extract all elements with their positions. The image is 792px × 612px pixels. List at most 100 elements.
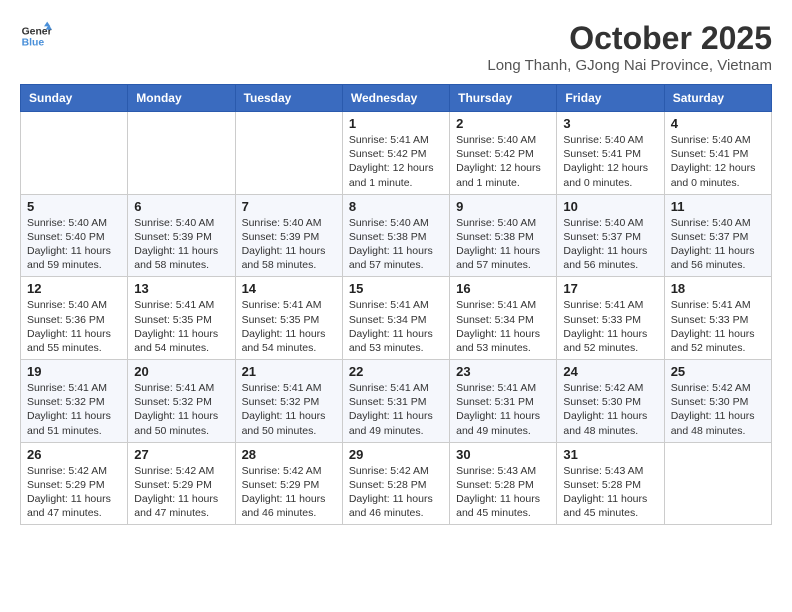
calendar-cell bbox=[664, 442, 771, 525]
day-detail: Sunrise: 5:41 AM Sunset: 5:33 PM Dayligh… bbox=[563, 298, 657, 355]
day-detail: Sunrise: 5:41 AM Sunset: 5:35 PM Dayligh… bbox=[242, 298, 336, 355]
day-number: 29 bbox=[349, 447, 443, 462]
day-detail: Sunrise: 5:41 AM Sunset: 5:33 PM Dayligh… bbox=[671, 298, 765, 355]
day-number: 20 bbox=[134, 364, 228, 379]
day-number: 27 bbox=[134, 447, 228, 462]
day-detail: Sunrise: 5:40 AM Sunset: 5:42 PM Dayligh… bbox=[456, 133, 550, 190]
calendar-cell: 22Sunrise: 5:41 AM Sunset: 5:31 PM Dayli… bbox=[342, 360, 449, 443]
day-detail: Sunrise: 5:40 AM Sunset: 5:40 PM Dayligh… bbox=[27, 216, 121, 273]
day-header-friday: Friday bbox=[557, 85, 664, 112]
calendar-cell: 25 Sunrise: 5:42 AM Sunset: 5:30 PM Dayli… bbox=[664, 360, 771, 443]
calendar-cell: 16 Sunrise: 5:41 AM Sunset: 5:34 PM Dayli… bbox=[450, 277, 557, 360]
day-number: 10 bbox=[563, 199, 657, 214]
day-detail: Sunrise: 5:41 AM Sunset: 5:32 PM Dayligh… bbox=[242, 381, 336, 438]
page-header: General Blue October 2025 Long Thanh, GJ… bbox=[20, 20, 772, 74]
calendar-cell: 20 Sunrise: 5:41 AM Sunset: 5:32 PM Dayli… bbox=[128, 360, 235, 443]
day-detail: Sunrise: 5:42 AM Sunset: 5:28 PM Dayligh… bbox=[349, 464, 443, 521]
day-detail: Sunrise: 5:42 AM Sunset: 5:29 PM Dayligh… bbox=[134, 464, 228, 521]
calendar-cell: 19Sunrise: 5:41 AM Sunset: 5:32 PM Dayli… bbox=[21, 360, 128, 443]
day-number: 26 bbox=[27, 447, 121, 462]
calendar-cell: 4Sunrise: 5:40 AM Sunset: 5:41 PM Daylig… bbox=[664, 112, 771, 195]
month-title: October 2025 bbox=[487, 20, 772, 57]
calendar-cell: 18Sunrise: 5:41 AM Sunset: 5:33 PM Dayli… bbox=[664, 277, 771, 360]
calendar-week-row: 12 Sunrise: 5:40 AM Sunset: 5:36 PM Dayli… bbox=[21, 277, 772, 360]
day-number: 28 bbox=[242, 447, 336, 462]
day-header-thursday: Thursday bbox=[450, 85, 557, 112]
calendar-cell: 27 Sunrise: 5:42 AM Sunset: 5:29 PM Dayli… bbox=[128, 442, 235, 525]
calendar-cell bbox=[235, 112, 342, 195]
day-detail: Sunrise: 5:40 AM Sunset: 5:36 PM Dayligh… bbox=[27, 298, 121, 355]
calendar-cell bbox=[128, 112, 235, 195]
calendar-cell: 21Sunrise: 5:41 AM Sunset: 5:32 PM Dayli… bbox=[235, 360, 342, 443]
day-detail: Sunrise: 5:43 AM Sunset: 5:28 PM Dayligh… bbox=[456, 464, 550, 521]
calendar-cell: 8 Sunrise: 5:40 AM Sunset: 5:38 PM Daylig… bbox=[342, 194, 449, 277]
day-header-sunday: Sunday bbox=[21, 85, 128, 112]
day-number: 7 bbox=[242, 199, 336, 214]
svg-text:Blue: Blue bbox=[22, 38, 45, 49]
day-detail: Sunrise: 5:40 AM Sunset: 5:39 PM Dayligh… bbox=[134, 216, 228, 273]
calendar-cell: 24Sunrise: 5:42 AM Sunset: 5:30 PM Dayli… bbox=[557, 360, 664, 443]
day-detail: Sunrise: 5:41 AM Sunset: 5:31 PM Dayligh… bbox=[456, 381, 550, 438]
day-detail: Sunrise: 5:42 AM Sunset: 5:29 PM Dayligh… bbox=[27, 464, 121, 521]
day-detail: Sunrise: 5:42 AM Sunset: 5:30 PM Dayligh… bbox=[671, 381, 765, 438]
day-number: 3 bbox=[563, 116, 657, 131]
day-header-tuesday: Tuesday bbox=[235, 85, 342, 112]
day-detail: Sunrise: 5:43 AM Sunset: 5:28 PM Dayligh… bbox=[563, 464, 657, 521]
calendar-cell: 23 Sunrise: 5:41 AM Sunset: 5:31 PM Dayli… bbox=[450, 360, 557, 443]
logo: General Blue bbox=[20, 20, 52, 52]
day-detail: Sunrise: 5:41 AM Sunset: 5:34 PM Dayligh… bbox=[349, 298, 443, 355]
day-detail: Sunrise: 5:41 AM Sunset: 5:42 PM Dayligh… bbox=[349, 133, 443, 190]
calendar-cell: 11 Sunrise: 5:40 AM Sunset: 5:37 PM Dayli… bbox=[664, 194, 771, 277]
calendar-cell: 29 Sunrise: 5:42 AM Sunset: 5:28 PM Dayli… bbox=[342, 442, 449, 525]
day-number: 30 bbox=[456, 447, 550, 462]
day-number: 19 bbox=[27, 364, 121, 379]
day-number: 1 bbox=[349, 116, 443, 131]
day-number: 31 bbox=[563, 447, 657, 462]
day-detail: Sunrise: 5:42 AM Sunset: 5:29 PM Dayligh… bbox=[242, 464, 336, 521]
day-detail: Sunrise: 5:41 AM Sunset: 5:31 PM Dayligh… bbox=[349, 381, 443, 438]
day-number: 24 bbox=[563, 364, 657, 379]
days-header-row: SundayMondayTuesdayWednesdayThursdayFrid… bbox=[21, 85, 772, 112]
day-number: 15 bbox=[349, 281, 443, 296]
day-detail: Sunrise: 5:41 AM Sunset: 5:34 PM Dayligh… bbox=[456, 298, 550, 355]
day-number: 25 bbox=[671, 364, 765, 379]
calendar-cell: 30 Sunrise: 5:43 AM Sunset: 5:28 PM Dayli… bbox=[450, 442, 557, 525]
day-number: 23 bbox=[456, 364, 550, 379]
calendar-week-row: 26 Sunrise: 5:42 AM Sunset: 5:29 PM Dayli… bbox=[21, 442, 772, 525]
day-number: 8 bbox=[349, 199, 443, 214]
calendar-cell: 14 Sunrise: 5:41 AM Sunset: 5:35 PM Dayli… bbox=[235, 277, 342, 360]
day-detail: Sunrise: 5:40 AM Sunset: 5:38 PM Dayligh… bbox=[349, 216, 443, 273]
day-number: 9 bbox=[456, 199, 550, 214]
calendar-cell: 26 Sunrise: 5:42 AM Sunset: 5:29 PM Dayli… bbox=[21, 442, 128, 525]
calendar-cell: 9 Sunrise: 5:40 AM Sunset: 5:38 PM Daylig… bbox=[450, 194, 557, 277]
calendar-cell: 13Sunrise: 5:41 AM Sunset: 5:35 PM Dayli… bbox=[128, 277, 235, 360]
calendar-cell: 31 Sunrise: 5:43 AM Sunset: 5:28 PM Dayli… bbox=[557, 442, 664, 525]
day-number: 17 bbox=[563, 281, 657, 296]
day-detail: Sunrise: 5:40 AM Sunset: 5:37 PM Dayligh… bbox=[563, 216, 657, 273]
day-number: 16 bbox=[456, 281, 550, 296]
calendar-cell: 12 Sunrise: 5:40 AM Sunset: 5:36 PM Dayli… bbox=[21, 277, 128, 360]
day-detail: Sunrise: 5:40 AM Sunset: 5:39 PM Dayligh… bbox=[242, 216, 336, 273]
calendar-cell: 3 Sunrise: 5:40 AM Sunset: 5:41 PM Daylig… bbox=[557, 112, 664, 195]
day-header-saturday: Saturday bbox=[664, 85, 771, 112]
day-number: 14 bbox=[242, 281, 336, 296]
calendar-cell: 1 Sunrise: 5:41 AM Sunset: 5:42 PM Daylig… bbox=[342, 112, 449, 195]
day-header-wednesday: Wednesday bbox=[342, 85, 449, 112]
calendar-week-row: 5 Sunrise: 5:40 AM Sunset: 5:40 PM Daylig… bbox=[21, 194, 772, 277]
day-detail: Sunrise: 5:41 AM Sunset: 5:32 PM Dayligh… bbox=[134, 381, 228, 438]
day-number: 11 bbox=[671, 199, 765, 214]
calendar-week-row: 1 Sunrise: 5:41 AM Sunset: 5:42 PM Daylig… bbox=[21, 112, 772, 195]
day-number: 6 bbox=[134, 199, 228, 214]
day-detail: Sunrise: 5:40 AM Sunset: 5:37 PM Dayligh… bbox=[671, 216, 765, 273]
day-detail: Sunrise: 5:40 AM Sunset: 5:41 PM Dayligh… bbox=[563, 133, 657, 190]
day-detail: Sunrise: 5:41 AM Sunset: 5:35 PM Dayligh… bbox=[134, 298, 228, 355]
day-number: 5 bbox=[27, 199, 121, 214]
day-number: 4 bbox=[671, 116, 765, 131]
calendar-cell: 17 Sunrise: 5:41 AM Sunset: 5:33 PM Dayli… bbox=[557, 277, 664, 360]
day-number: 12 bbox=[27, 281, 121, 296]
calendar-cell: 6 Sunrise: 5:40 AM Sunset: 5:39 PM Daylig… bbox=[128, 194, 235, 277]
calendar-cell: 2Sunrise: 5:40 AM Sunset: 5:42 PM Daylig… bbox=[450, 112, 557, 195]
calendar-cell: 28 Sunrise: 5:42 AM Sunset: 5:29 PM Dayli… bbox=[235, 442, 342, 525]
title-block: October 2025 Long Thanh, GJong Nai Provi… bbox=[487, 20, 772, 74]
day-detail: Sunrise: 5:40 AM Sunset: 5:38 PM Dayligh… bbox=[456, 216, 550, 273]
